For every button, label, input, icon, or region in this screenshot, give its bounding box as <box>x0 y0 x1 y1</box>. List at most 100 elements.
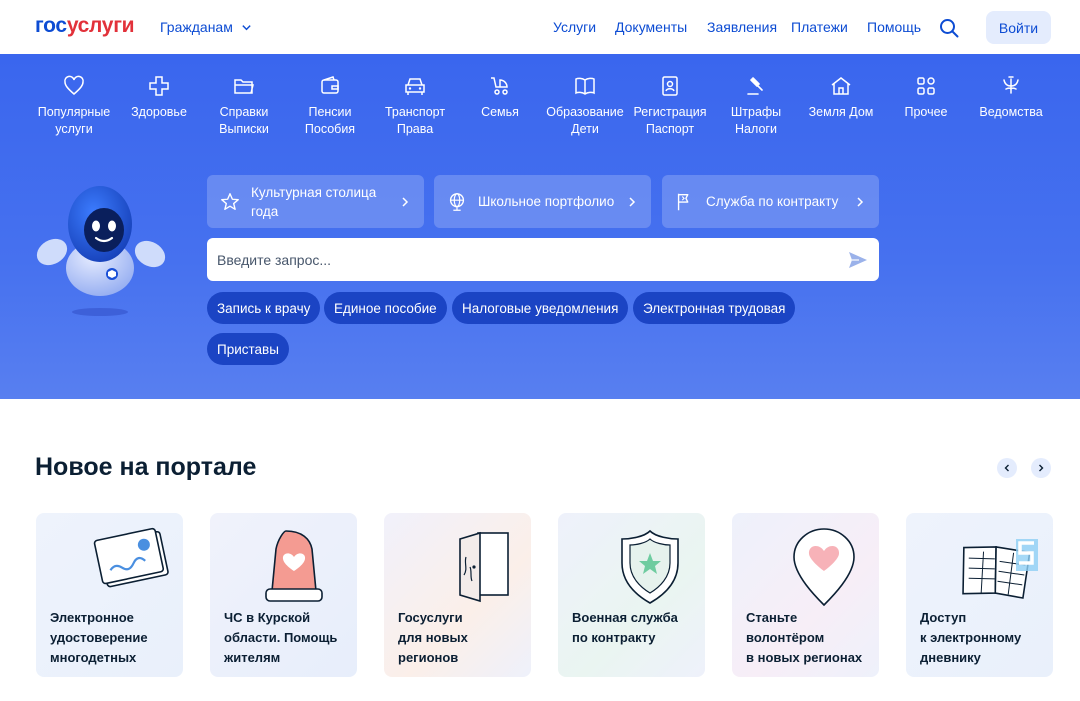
category-fines[interactable]: Штрафы Налоги <box>713 74 799 137</box>
category-label: Транспорт <box>384 105 446 119</box>
news-card-text: Электронное удостоверение многодетных <box>50 608 173 668</box>
category-transport[interactable]: Транспорт Права <box>372 74 458 137</box>
chip-electronic-workbook[interactable]: Электронная трудовая <box>633 292 796 324</box>
news-card-line: в новых регионах <box>746 650 863 665</box>
search-input[interactable] <box>207 238 837 281</box>
id-card-icon <box>658 74 682 98</box>
category-certificates[interactable]: Справки Выписки <box>201 74 287 137</box>
news-card-line: жителям <box>224 650 281 665</box>
grid-icon <box>914 74 938 98</box>
news-card-e-diary[interactable]: Доступ к электронному дневнику <box>906 513 1053 677</box>
wallet-icon <box>318 74 342 98</box>
category-label: Пенсии <box>308 105 352 119</box>
category-other[interactable]: Прочее <box>883 74 969 121</box>
category-land-house[interactable]: Земля Дом <box>798 74 884 121</box>
chip-unified-benefit[interactable]: Единое пособие <box>324 292 447 324</box>
chevron-right-icon <box>402 196 409 207</box>
category-label: Популярные <box>37 105 111 119</box>
news-card-volunteer[interactable]: Станьте волонтёром в новых регионах <box>732 513 879 677</box>
category-family[interactable]: Семья <box>457 74 543 121</box>
alarm-light-illustration <box>265 530 323 602</box>
chevron-right-icon <box>629 196 636 207</box>
category-label: Паспорт <box>645 121 695 136</box>
news-card-line: Госуслуги <box>398 610 463 625</box>
star-icon <box>221 192 239 210</box>
map-pin-heart-illustration <box>793 528 855 607</box>
news-card-text: Доступ к электронному дневнику <box>920 608 1043 668</box>
logo-part-uslugi: услуги <box>66 14 135 37</box>
logo-part-gos: гос <box>35 14 67 37</box>
news-card-line: Станьте <box>746 610 798 625</box>
chip-bailiffs[interactable]: Приставы <box>207 333 289 365</box>
carousel-prev-button[interactable] <box>997 458 1017 478</box>
category-pensions[interactable]: Пенсии Пособия <box>287 74 373 137</box>
certificate-illustration <box>93 527 169 588</box>
heart-icon <box>62 74 86 98</box>
diary-illustration <box>962 539 1038 599</box>
news-card-line: регионов <box>398 650 459 665</box>
nav-documents[interactable]: Документы <box>615 19 687 35</box>
nav-help[interactable]: Помощь <box>867 19 921 35</box>
news-card-text: Станьте волонтёром в новых регионах <box>746 608 869 668</box>
news-card-line: дневнику <box>920 650 981 665</box>
news-card-line: Электронное <box>50 610 134 625</box>
promo-contract-service[interactable]: Служба по контракту <box>662 175 879 228</box>
chip-tax-notices[interactable]: Налоговые уведомления <box>452 292 629 324</box>
chevron-left-icon <box>1004 464 1009 472</box>
gosuslugi-logo[interactable]: госуслуги <box>35 14 135 38</box>
category-label: услуги <box>55 121 93 136</box>
chevron-down-icon <box>242 24 251 30</box>
category-label: Семья <box>481 105 519 119</box>
shield-illustration <box>621 529 679 604</box>
news-card-large-family-id[interactable]: Электронное удостоверение многодетных <box>36 513 183 677</box>
category-label: Здоровье <box>131 105 187 119</box>
audience-label: Гражданам <box>160 19 233 35</box>
category-agencies[interactable]: Ведомства <box>968 74 1054 121</box>
search-icon[interactable] <box>938 17 960 39</box>
category-label: Налоги <box>735 121 777 136</box>
promo-school-portfolio[interactable]: Школьное портфолио <box>434 175 651 228</box>
house-icon <box>829 74 853 98</box>
news-card-new-regions[interactable]: Госуслуги для новых регионов <box>384 513 531 677</box>
nav-applications[interactable]: Заявления <box>707 19 777 35</box>
category-health[interactable]: Здоровье <box>116 74 202 121</box>
stroller-icon <box>488 74 512 98</box>
send-icon[interactable] <box>847 249 869 271</box>
news-card-text: ЧС в Курской области. Помощь жителям <box>224 608 347 668</box>
folder-icon <box>232 74 256 98</box>
category-popular[interactable]: Популярные услуги <box>31 74 117 137</box>
chevron-right-icon <box>857 196 864 207</box>
news-card-line: многодетных <box>50 650 137 665</box>
category-registration[interactable]: Регистрация Паспорт <box>627 74 713 137</box>
category-education[interactable]: Образование Дети <box>542 74 628 137</box>
promo-label: Служба по контракту <box>706 194 839 209</box>
nav-services[interactable]: Услуги <box>553 19 596 35</box>
carousel-next-button[interactable] <box>1031 458 1051 478</box>
news-card-line: к электронному <box>920 630 1022 645</box>
login-button[interactable]: Войти <box>986 11 1051 44</box>
category-label: Пособия <box>304 121 356 136</box>
category-label: Права <box>396 121 434 136</box>
gavel-icon <box>744 74 768 98</box>
flag-icon <box>677 193 689 210</box>
chip-doctor-appointment[interactable]: Запись к врачу <box>207 292 321 324</box>
door-illustration <box>459 531 509 603</box>
header: госуслуги Гражданам Услуги Документы Зая… <box>0 0 1080 54</box>
audience-dropdown[interactable]: Гражданам <box>160 19 252 35</box>
nav-payments[interactable]: Платежи <box>791 19 848 35</box>
news-section-title: Новое на портале <box>35 453 257 481</box>
news-card-military-contract[interactable]: Военная служба по контракту <box>558 513 705 677</box>
car-icon <box>403 74 427 98</box>
hero-banner: Популярные услуги Здоровье Справки Выпис… <box>0 54 1080 399</box>
category-label: Дети <box>571 121 599 136</box>
category-label: Штрафы <box>730 105 782 119</box>
robot-mascot[interactable] <box>30 182 170 322</box>
globe-icon <box>449 192 465 211</box>
news-card-line: области. Помощь <box>224 630 338 645</box>
news-card-kursk-emergency[interactable]: ЧС в Курской области. Помощь жителям <box>210 513 357 677</box>
chevron-right-icon <box>1039 464 1044 472</box>
search-box <box>207 238 879 281</box>
promo-culture-capital[interactable]: Культурная столица года <box>207 175 424 228</box>
news-card-text: Военная служба по контракту <box>572 608 695 648</box>
news-card-text: Госуслуги для новых регионов <box>398 608 521 668</box>
